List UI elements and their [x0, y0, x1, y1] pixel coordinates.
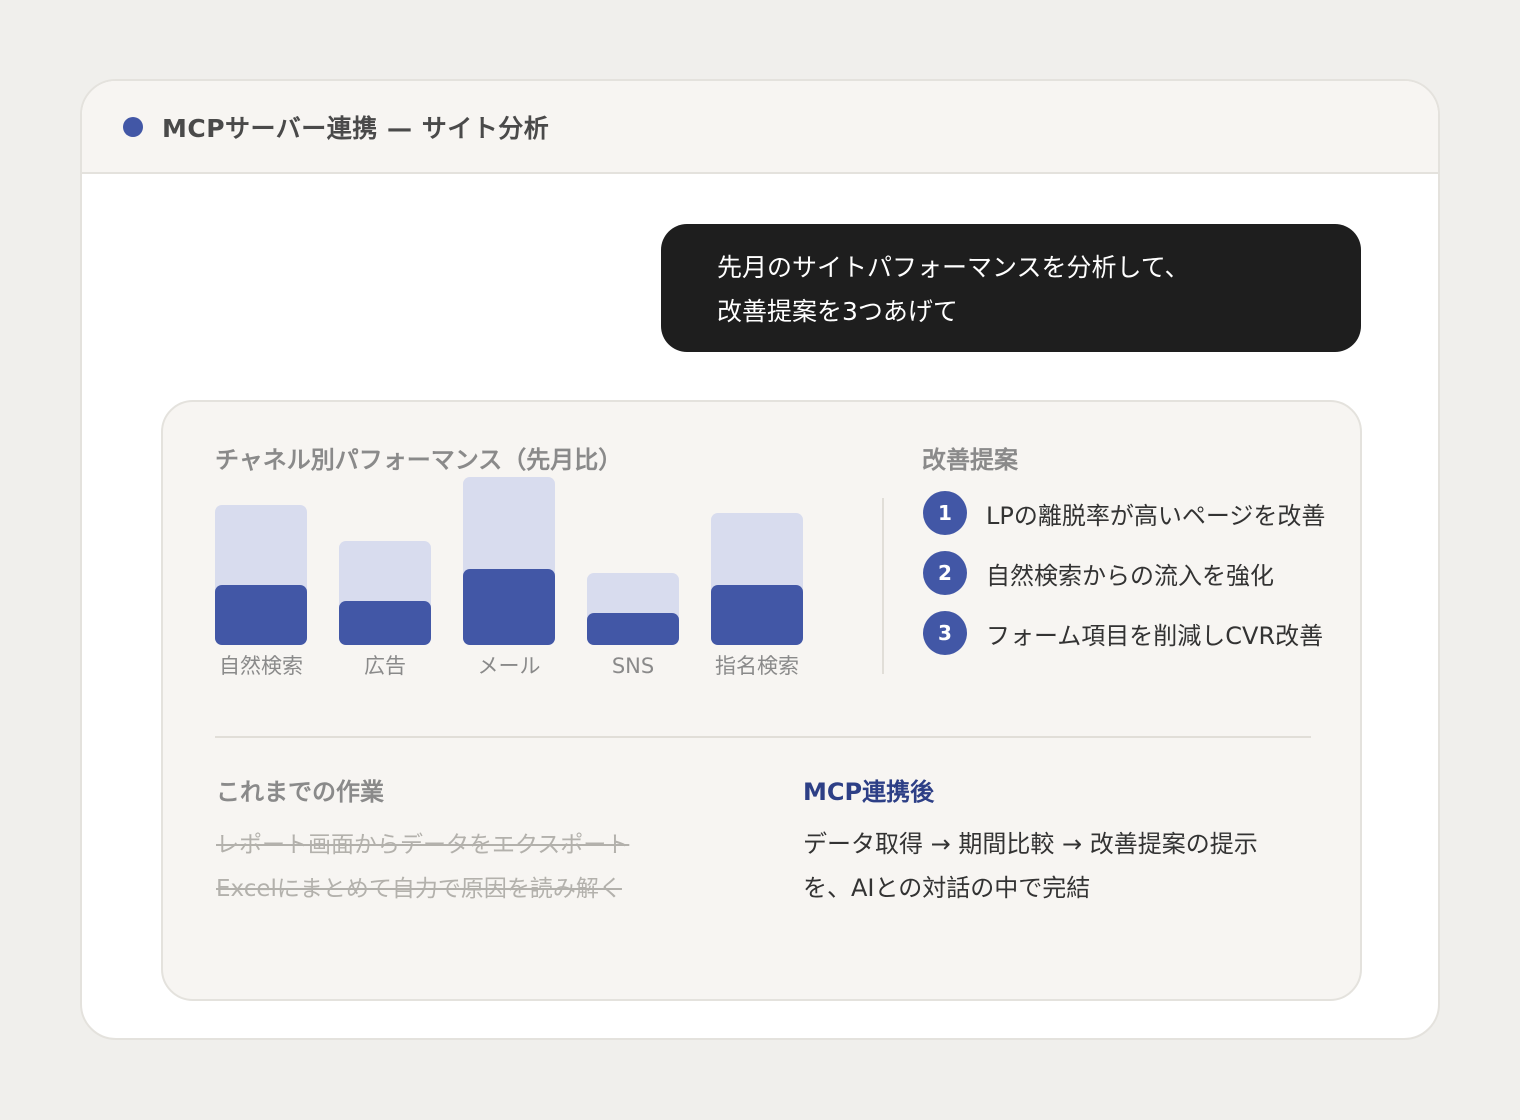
- after-line: データ取得 → 期間比較 → 改善提案の提示: [803, 830, 1258, 858]
- status-dot-icon: [123, 116, 143, 137]
- window-title: MCPサーバー連携 — サイト分析: [162, 113, 550, 143]
- bar-segment: [215, 585, 307, 645]
- category-label: 指名検索: [715, 654, 799, 678]
- number-badge: 3: [923, 611, 967, 655]
- after-title: MCP連携後: [803, 778, 935, 806]
- bar-segment: [463, 569, 555, 645]
- suggestion-text: 自然検索からの流入を強化: [986, 561, 1274, 590]
- bar-segment: [587, 613, 679, 645]
- after-line: を、AIとの対話の中で完結: [803, 874, 1091, 902]
- user-message-line-1: 先月のサイトパフォーマンスを分析して、: [717, 253, 1190, 282]
- bar-segment: [711, 585, 803, 645]
- user-message-bubble: 先月のサイトパフォーマンスを分析して、 改善提案を3つあげて: [661, 224, 1361, 352]
- number-badge: 1: [923, 491, 967, 535]
- suggestions-title: 改善提案: [922, 446, 1018, 474]
- suggestion-text: LPの離脱率が高いページを改善: [986, 501, 1326, 530]
- bar-segment: [339, 601, 431, 645]
- suggestion-text: フォーム項目を削減しCVR改善: [986, 621, 1324, 650]
- title-bar: MCPサーバー連携 — サイト分析: [82, 81, 1438, 174]
- vertical-divider: [882, 498, 884, 674]
- suggestion-item: 1 LPの離脱率が高いページを改善: [923, 491, 1325, 535]
- category-label: SNS: [612, 654, 654, 678]
- category-label: 広告: [364, 654, 406, 678]
- suggestion-item: 3 フォーム項目を削減しCVR改善: [923, 611, 1323, 655]
- horizontal-divider: [215, 736, 1311, 738]
- before-line: Excelにまとめて自力で原因を読み解く: [216, 876, 622, 902]
- before-line: レポート画面からデータをエクスポート: [216, 832, 630, 858]
- suggestion-item: 2 自然検索からの流入を強化: [923, 551, 1274, 595]
- category-label: メール: [478, 654, 541, 678]
- category-label: 自然検索: [219, 654, 303, 678]
- app-window: MCPサーバー連携 — サイト分析 先月のサイトパフォーマンスを分析して、 改善…: [80, 79, 1440, 1040]
- user-message-line-2: 改善提案を3つあげて: [717, 297, 958, 326]
- channel-bar-chart: 自然検索 広告 メール SNS 指名検索: [215, 477, 803, 678]
- before-title: これまでの作業: [216, 778, 384, 806]
- ai-response-panel: チャネル別パフォーマンス（先月比） 自然検索 広告 メール SNS 指名検索 改善提案 …: [161, 400, 1362, 1001]
- number-badge: 2: [923, 551, 967, 595]
